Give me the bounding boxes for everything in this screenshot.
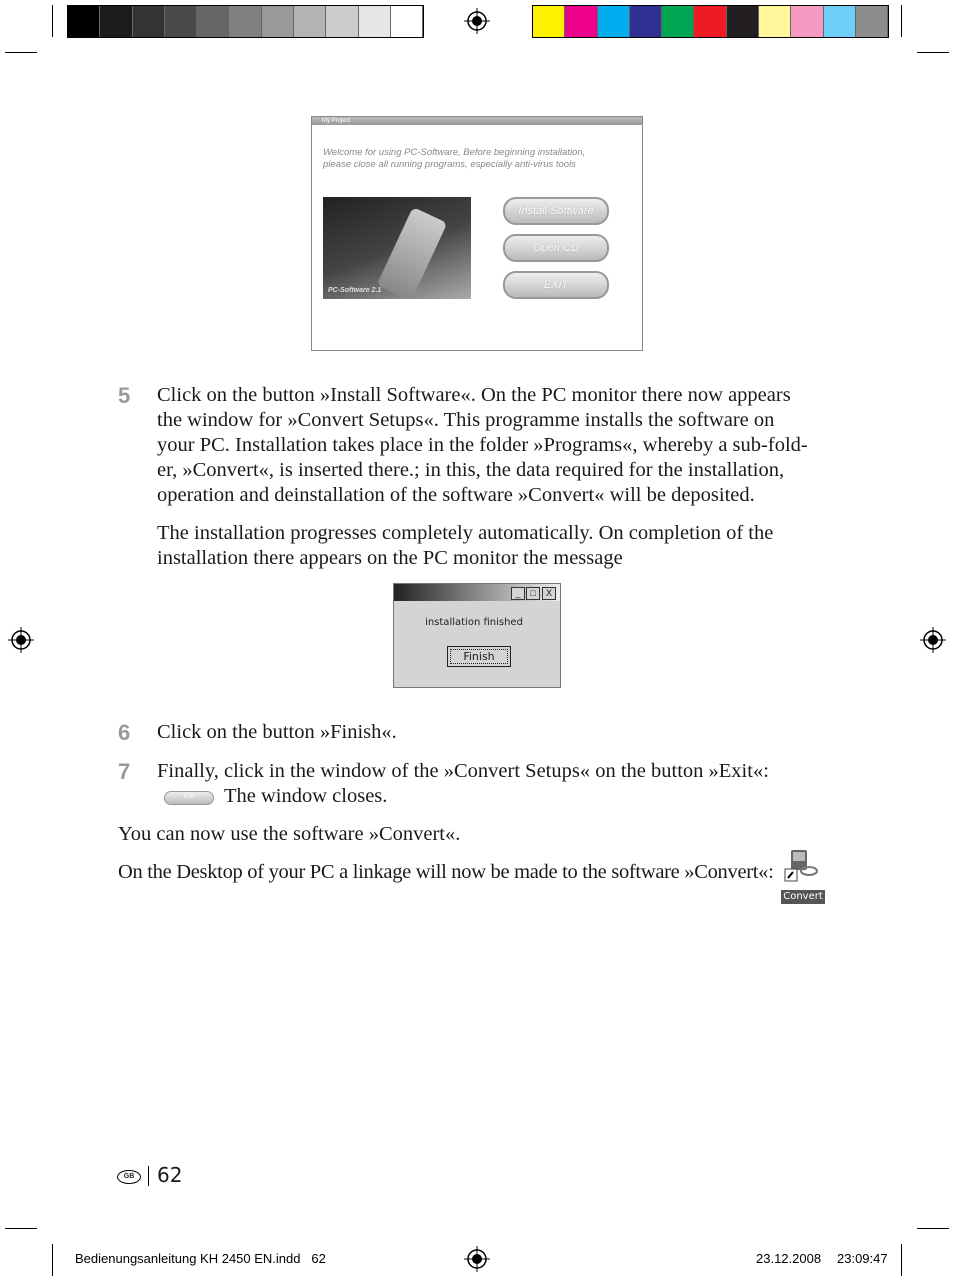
color-swatch <box>791 6 824 37</box>
page-number: 62 <box>157 1163 183 1187</box>
color-swatch <box>261 6 295 37</box>
color-swatch <box>629 6 663 37</box>
color-swatch <box>694 6 727 37</box>
step-7-text: Finally, click in the window of the »Con… <box>157 760 769 782</box>
color-swatch <box>358 6 391 37</box>
crop-mark <box>5 52 37 53</box>
slug-time: 23:09:47 <box>837 1251 888 1266</box>
color-swatch <box>132 6 165 37</box>
finish-dialog: _ □ X installation finished Finish <box>393 583 561 688</box>
registration-mark-icon <box>920 627 946 653</box>
divider <box>148 1166 149 1186</box>
color-swatch <box>390 6 424 37</box>
installer-window-screenshot: My Project Welcome for using PC-Software… <box>311 116 643 351</box>
minimize-icon: _ <box>511 587 525 600</box>
step-6-text: Click on the button »Finish«. <box>157 721 397 743</box>
step-5-extra: The installation progresses completely a… <box>157 522 774 569</box>
color-swatch <box>855 6 889 37</box>
slug-filename: Bedienungsanleitung KH 2450 EN.indd 62 <box>75 1251 326 1266</box>
color-swatch <box>68 6 101 37</box>
country-badge: GB <box>117 1170 141 1184</box>
slug-date: 23.12.2008 <box>756 1251 822 1266</box>
color-swatch <box>565 6 598 37</box>
registration-mark-icon <box>464 1246 490 1272</box>
registration-mark-icon <box>464 8 490 34</box>
step-7-text-2: The window closes. <box>224 785 388 807</box>
manual-page: { "print_marks":{"gray_swatches":["#0000… <box>0 0 954 1281</box>
closing-text: You can now use the software »Convert«. <box>118 823 461 845</box>
closing-text: On the Desktop of your PC a linkage will… <box>118 861 774 883</box>
welcome-text: Welcome for using PC-Software, Before be… <box>323 147 586 170</box>
gray-color-bar <box>67 5 425 38</box>
color-swatch <box>164 6 198 37</box>
computer-icon <box>784 850 818 882</box>
color-swatch <box>100 6 133 37</box>
color-swatch <box>726 6 760 37</box>
finish-button[interactable]: Finish <box>447 646 511 667</box>
color-swatch <box>759 6 792 37</box>
color-swatch <box>597 6 630 37</box>
crop-mark <box>901 5 902 37</box>
color-swatch <box>229 6 262 37</box>
color-swatch <box>662 6 695 37</box>
color-swatch <box>197 6 230 37</box>
product-image: PC-Software 2.1 <box>323 197 471 302</box>
crop-mark <box>52 5 53 37</box>
color-swatch <box>326 6 359 37</box>
step-number: 7 <box>118 759 131 784</box>
step-number: 5 <box>118 383 131 408</box>
exit-button-illustration: Exit <box>164 791 214 805</box>
dialog-message: installation finished <box>425 617 523 628</box>
convert-desktop-icon: Convert <box>781 849 825 904</box>
step-5-text: Click on the button »Install Software«. … <box>157 384 808 506</box>
crop-mark <box>5 1228 37 1229</box>
exit-button[interactable]: EXIT <box>503 271 609 299</box>
color-bar <box>532 5 890 38</box>
close-icon: X <box>542 587 556 600</box>
window-title: My Project <box>312 117 642 125</box>
registration-mark-icon <box>8 627 34 653</box>
open-cd-button[interactable]: Open CD <box>503 234 609 262</box>
step-number: 6 <box>118 720 131 745</box>
color-swatch <box>533 6 566 37</box>
icon-label: Convert <box>781 890 825 904</box>
crop-mark <box>917 1228 949 1229</box>
maximize-icon: □ <box>526 587 540 600</box>
color-swatch <box>823 6 856 37</box>
crop-mark <box>901 1244 902 1276</box>
color-swatch <box>294 6 327 37</box>
crop-mark <box>52 1244 53 1276</box>
install-software-button[interactable]: Install Software <box>503 197 609 225</box>
crop-mark <box>917 52 949 53</box>
